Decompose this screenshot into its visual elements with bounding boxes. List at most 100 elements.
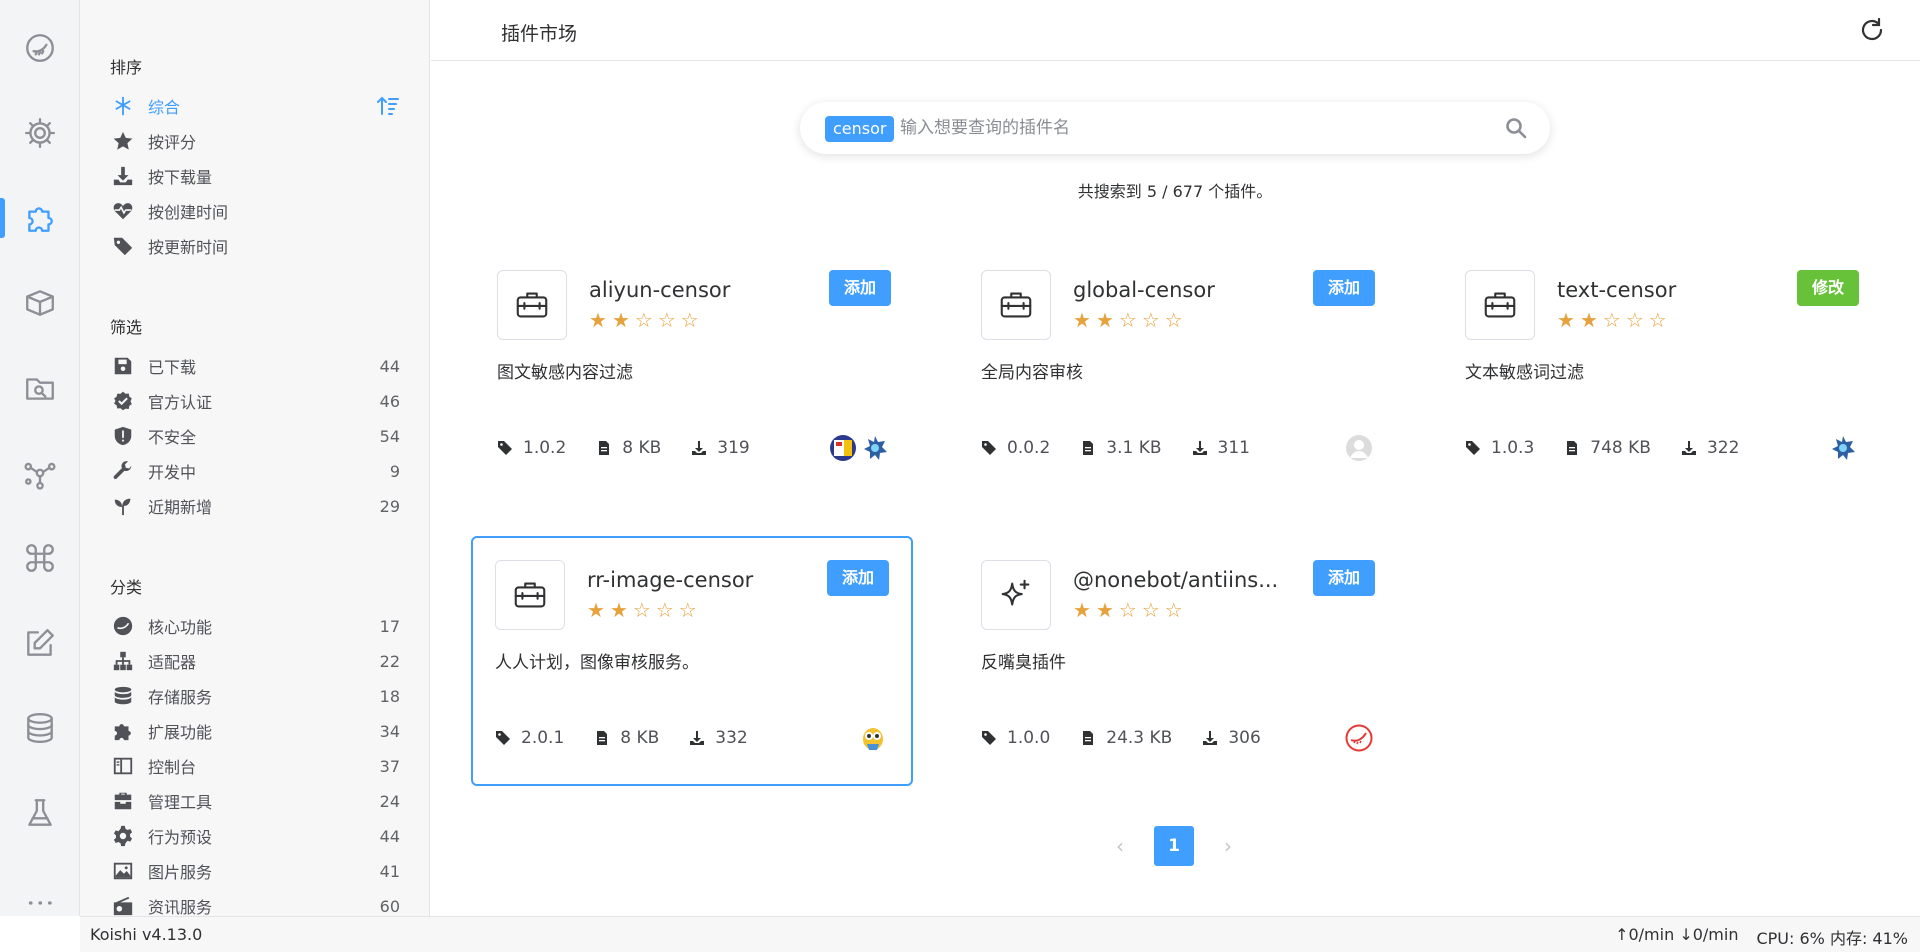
activity-plugins-icon[interactable] bbox=[0, 188, 80, 248]
plugin-name[interactable]: global-censor bbox=[1073, 278, 1303, 302]
plugin-authors bbox=[1829, 434, 1857, 462]
plugin-downloads: 311 bbox=[1217, 438, 1250, 458]
plugin-size: 748 KB bbox=[1590, 438, 1651, 458]
sort-item-updated[interactable]: 按更新时间 bbox=[110, 229, 400, 263]
toolbox-icon bbox=[497, 270, 567, 340]
star-filled-icon: ★ bbox=[589, 308, 607, 332]
download-rate: 0/min bbox=[1692, 925, 1739, 944]
prev-page-button[interactable]: ‹ bbox=[1110, 834, 1130, 858]
category-item-label: 管理工具 bbox=[148, 793, 213, 812]
add-button[interactable]: 添加 bbox=[1312, 560, 1375, 596]
author-avatar[interactable] bbox=[1345, 724, 1373, 752]
search-input[interactable] bbox=[900, 112, 1480, 144]
category-item-label: 资讯服务 bbox=[148, 898, 213, 916]
plugin-name[interactable]: @nonebot/antiins... bbox=[1073, 568, 1303, 592]
network-icon bbox=[110, 650, 136, 672]
category-item-label: 核心功能 bbox=[148, 618, 213, 637]
author-avatar[interactable] bbox=[861, 434, 889, 462]
activity-database-icon[interactable] bbox=[0, 698, 80, 758]
category-item-management[interactable]: 管理工具 24 bbox=[110, 784, 400, 818]
plugin-name[interactable]: text-censor bbox=[1557, 278, 1787, 302]
filter-item-recent[interactable]: 近期新增 29 bbox=[110, 489, 400, 523]
next-page-button[interactable]: › bbox=[1218, 834, 1238, 858]
author-avatar[interactable] bbox=[829, 434, 857, 462]
verified-icon bbox=[110, 390, 136, 412]
add-button[interactable]: 添加 bbox=[826, 560, 889, 596]
category-item-console[interactable]: 控制台 37 bbox=[110, 749, 400, 783]
category-item-core[interactable]: 核心功能 17 bbox=[110, 609, 400, 643]
gear-icon bbox=[110, 825, 136, 847]
network-rates: ↑0/min ↓0/min bbox=[1615, 925, 1738, 949]
filter-item-label: 官方认证 bbox=[148, 393, 213, 412]
category-item-label: 存储服务 bbox=[148, 688, 213, 707]
category-item-adapter[interactable]: 适配器 22 bbox=[110, 644, 400, 678]
activity-editor-icon[interactable] bbox=[0, 613, 80, 673]
category-item-image[interactable]: 图片服务 41 bbox=[110, 854, 400, 888]
cpu-usage: CPU: 6% bbox=[1756, 929, 1825, 948]
plugin-size: 3.1 KB bbox=[1106, 438, 1162, 458]
category-section-title: 分类 bbox=[110, 578, 143, 597]
plugin-authors bbox=[829, 434, 889, 462]
star-empty-icon: ☆ bbox=[678, 598, 697, 622]
pagination: ‹ 1 › bbox=[1110, 826, 1238, 866]
author-avatar[interactable] bbox=[1345, 434, 1373, 462]
activity-home-icon[interactable] bbox=[0, 18, 80, 78]
activity-settings-icon[interactable] bbox=[0, 103, 80, 163]
add-button[interactable]: 添加 bbox=[828, 270, 891, 306]
author-avatar[interactable] bbox=[1829, 434, 1857, 462]
add-button[interactable]: 添加 bbox=[1312, 270, 1375, 306]
sort-direction-icon[interactable] bbox=[376, 94, 400, 118]
shield-alert-icon bbox=[110, 425, 136, 447]
activity-files-icon[interactable] bbox=[0, 358, 80, 418]
filter-item-developing[interactable]: 开发中 9 bbox=[110, 454, 400, 488]
star-filled-icon: ★ bbox=[1073, 598, 1091, 622]
activity-dependencies-icon[interactable] bbox=[0, 273, 80, 333]
star-filled-icon: ★ bbox=[609, 598, 628, 622]
category-item-extension[interactable]: 扩展功能 34 bbox=[110, 714, 400, 748]
plugin-card[interactable]: rr-image-censor ★ ★ ☆ ☆ ☆ 添加 人人计划，图像审核服务。 2.… bbox=[471, 536, 913, 786]
plugin-version: 1.0.2 bbox=[523, 438, 567, 458]
plugin-name[interactable]: aliyun-censor bbox=[589, 278, 819, 302]
plugin-meta: 2.0.1 8 KB 332 bbox=[495, 728, 778, 748]
sort-item-downloads[interactable]: 按下载量 bbox=[110, 159, 400, 193]
file-icon bbox=[1083, 731, 1094, 745]
toolbox-icon bbox=[981, 270, 1051, 340]
sort-item-rating[interactable]: 按评分 bbox=[110, 124, 400, 158]
refresh-icon[interactable] bbox=[1858, 16, 1886, 44]
edit-button[interactable]: 修改 bbox=[1796, 270, 1859, 306]
activity-more-icon[interactable] bbox=[0, 873, 80, 933]
radio-icon bbox=[110, 895, 136, 916]
activity-sandbox-icon[interactable] bbox=[0, 783, 80, 843]
page-number[interactable]: 1 bbox=[1154, 826, 1194, 866]
rating-stars: ★ ★ ☆ ☆ ☆ bbox=[589, 310, 699, 330]
filter-item-insecure[interactable]: 不安全 54 bbox=[110, 419, 400, 453]
save-icon bbox=[110, 355, 136, 377]
search-icon[interactable] bbox=[1504, 116, 1528, 140]
activity-commands-icon[interactable] bbox=[0, 528, 80, 588]
status-bar: Koishi v4.13.0 ↑0/min ↓0/min CPU: 6% 内存:… bbox=[80, 916, 1920, 952]
download-icon bbox=[110, 165, 136, 187]
plugin-card[interactable]: text-censor ★ ★ ☆ ☆ ☆ 修改 文本敏感词过滤 1.0.3 748 K… bbox=[1441, 246, 1883, 496]
author-avatar[interactable] bbox=[859, 724, 887, 752]
category-item-preset[interactable]: 行为预设 44 bbox=[110, 819, 400, 853]
sort-item-created[interactable]: 按创建时间 bbox=[110, 194, 400, 228]
activity-network-icon[interactable] bbox=[0, 443, 80, 503]
star-filled-icon: ★ bbox=[1073, 308, 1091, 332]
rating-stars: ★ ★ ☆ ☆ ☆ bbox=[1073, 310, 1183, 330]
sort-item-comprehensive[interactable]: 综合 bbox=[110, 89, 400, 123]
filter-item-installed[interactable]: 已下载 44 bbox=[110, 349, 400, 383]
plugin-card[interactable]: aliyun-censor ★ ★ ☆ ☆ ☆ 添加 图文敏感内容过滤 1.0.2 8 … bbox=[473, 246, 915, 496]
category-item-label: 图片服务 bbox=[148, 863, 213, 882]
search-tag[interactable]: censor bbox=[825, 116, 895, 142]
search-bar: censor bbox=[800, 102, 1550, 154]
category-item-storage[interactable]: 存储服务 18 bbox=[110, 679, 400, 713]
plugin-card[interactable]: global-censor ★ ★ ☆ ☆ ☆ 添加 全局内容审核 0.0.2 3.1 … bbox=[957, 246, 1399, 496]
page-header: 插件市场 bbox=[431, 0, 1920, 61]
plugin-name[interactable]: rr-image-censor bbox=[587, 568, 817, 592]
activity-bar bbox=[0, 0, 80, 916]
category-item-news[interactable]: 资讯服务 60 bbox=[110, 889, 400, 916]
plugin-card[interactable]: @nonebot/antiins... ★ ★ ☆ ☆ ☆ 添加 反嘴臭插件 1.0.0… bbox=[957, 536, 1399, 786]
sparkles-icon bbox=[981, 560, 1051, 630]
filter-item-verified[interactable]: 官方认证 46 bbox=[110, 384, 400, 418]
version-tag-icon bbox=[496, 731, 510, 745]
